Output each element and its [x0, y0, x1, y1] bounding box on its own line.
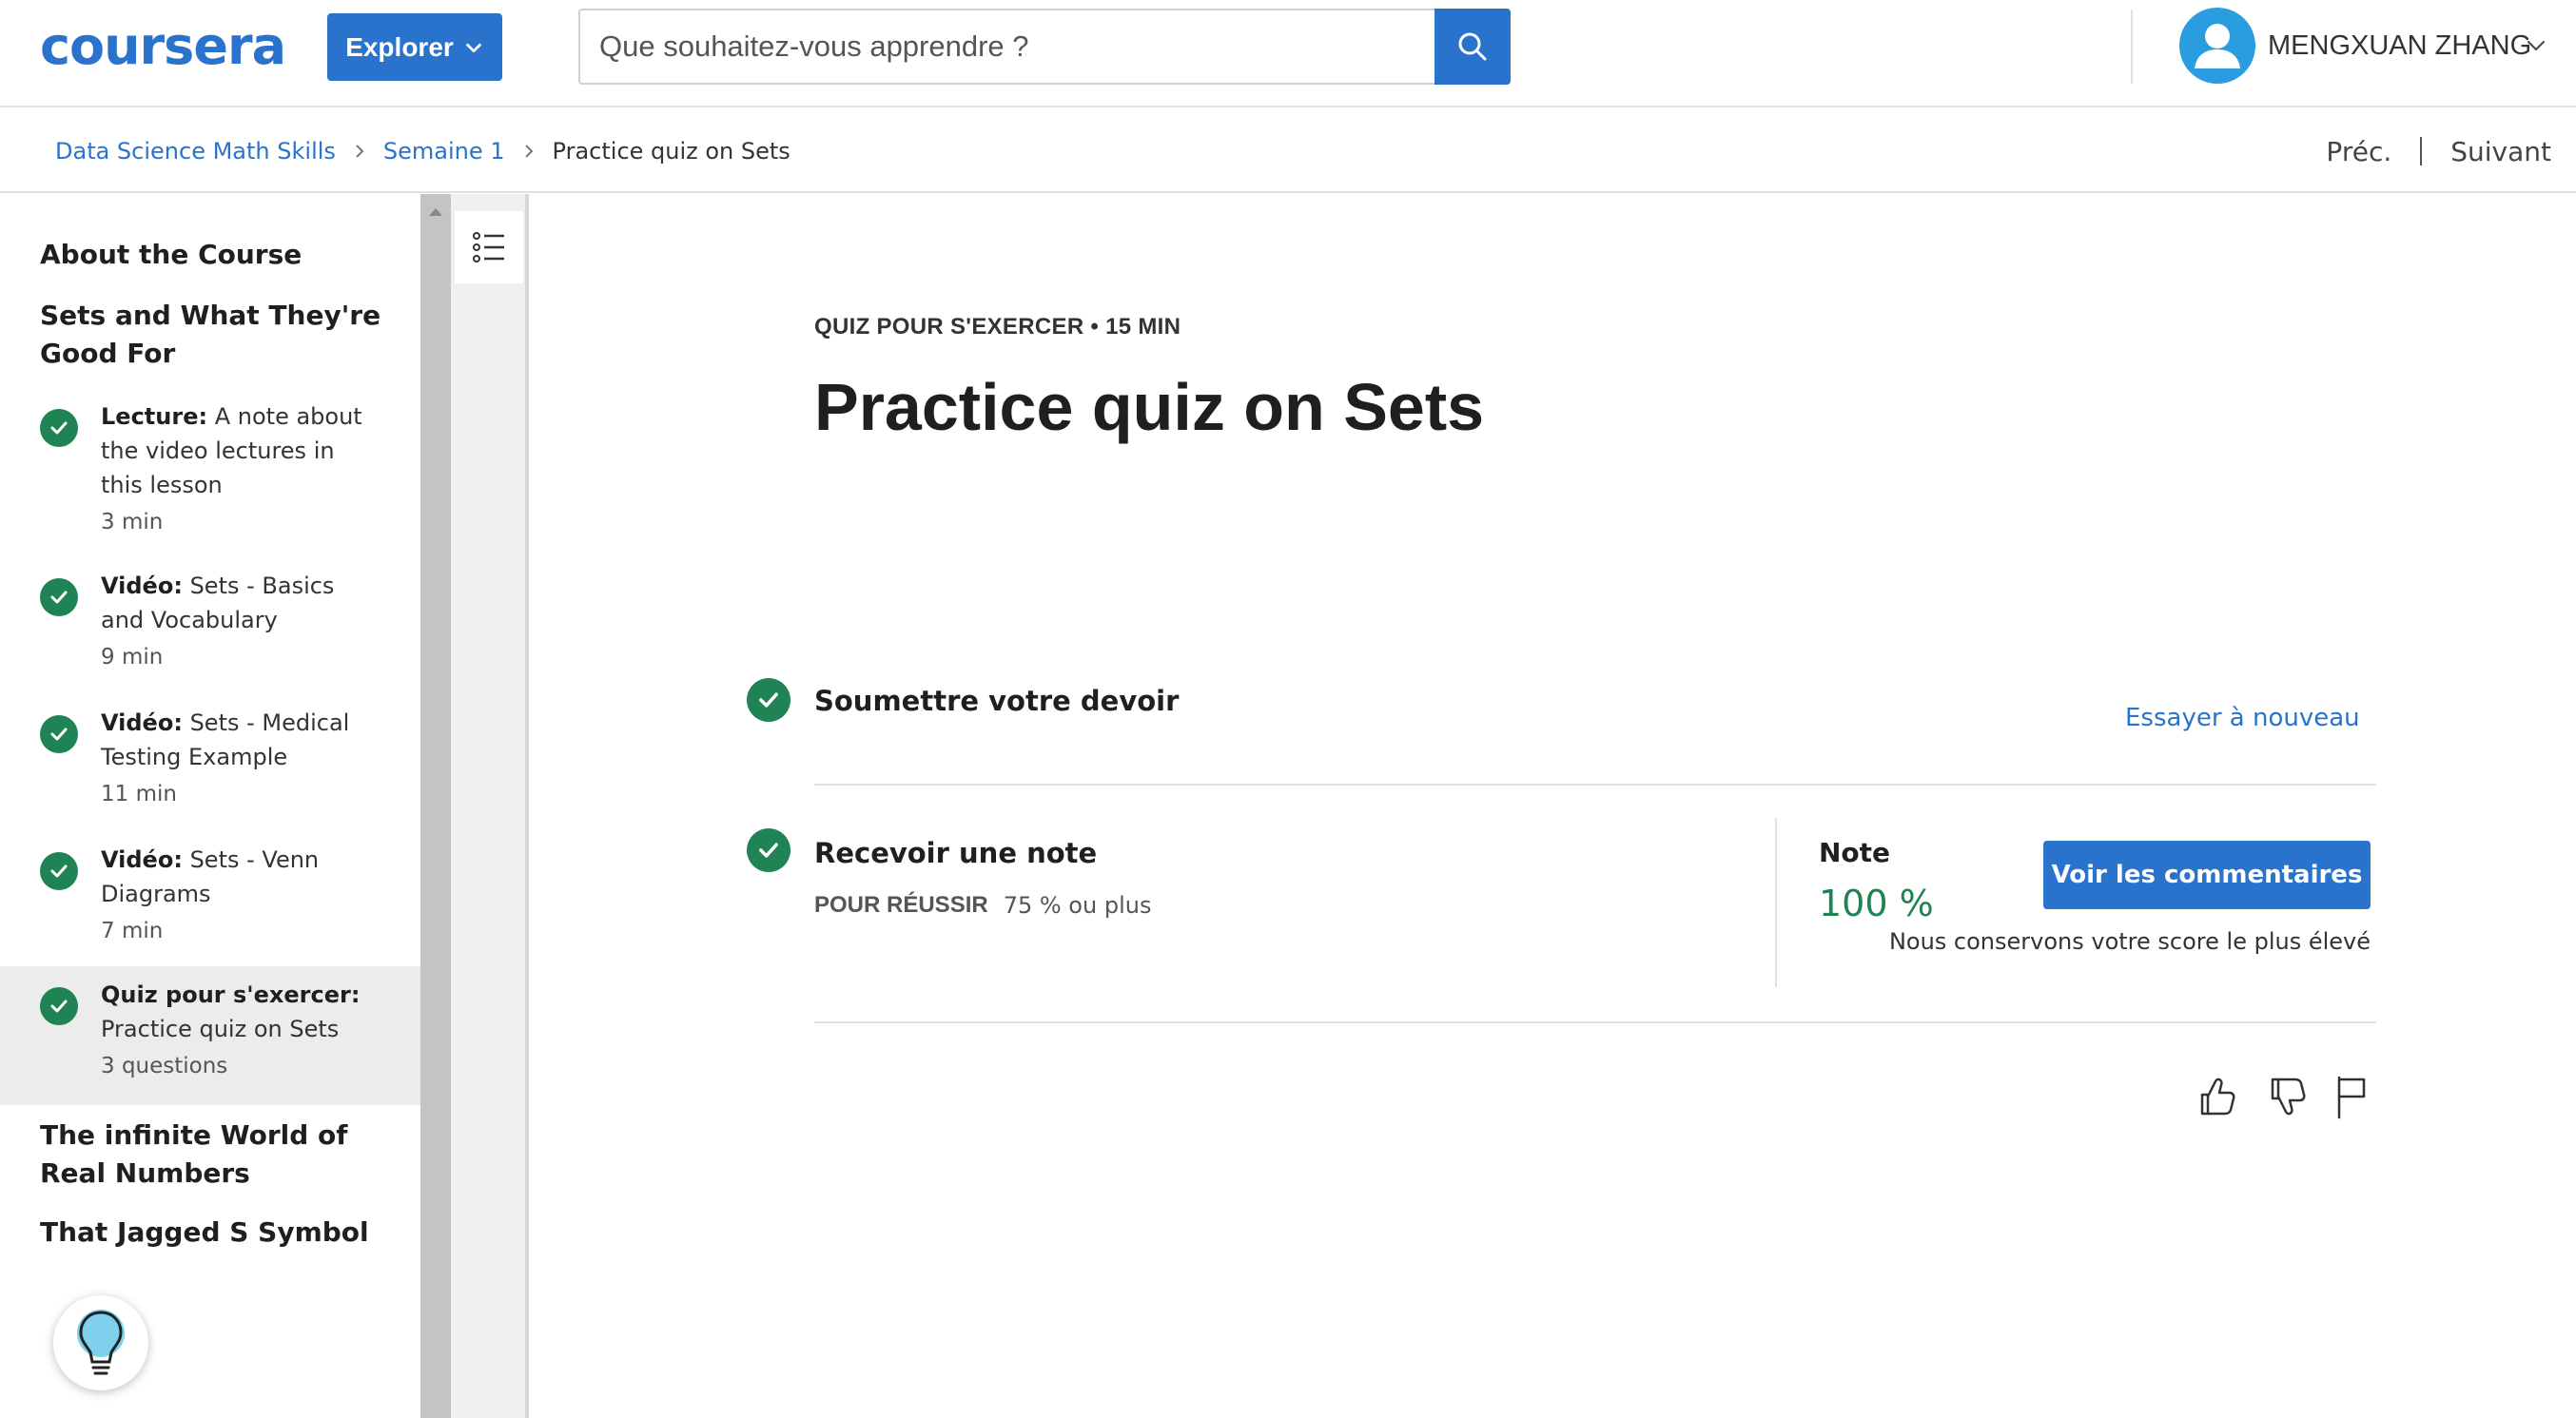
checkmark-icon: [50, 421, 68, 435]
sidebar-section-about[interactable]: About the Course: [40, 236, 401, 274]
item-type: Lecture:: [101, 403, 208, 430]
sidebar-section-jagged-s[interactable]: That Jagged S Symbol: [40, 1214, 401, 1252]
pass-requirement: POUR RÉUSSIR 75 % ou plus: [814, 892, 1151, 919]
grade-complete-check-icon: [747, 828, 790, 872]
item-question-count: 3 questions: [101, 1054, 228, 1078]
breadcrumb-course[interactable]: Data Science Math Skills: [55, 138, 336, 165]
search-bar: [578, 9, 1511, 85]
completed-check-icon: [40, 578, 78, 616]
grade-divider: [1775, 818, 1777, 987]
item-duration: 3 min: [101, 510, 164, 534]
chevron-right-icon: [356, 145, 364, 158]
outline-panel: [451, 194, 529, 1418]
list-outline-icon: [473, 232, 504, 262]
sidebar-item-label: Quiz pour s'exercer: Practice quiz on Se…: [101, 978, 377, 1046]
explore-button[interactable]: Explorer: [327, 13, 502, 81]
checkmark-icon: [50, 864, 68, 878]
next-link[interactable]: Suivant: [2450, 136, 2551, 167]
grade-step-title: Recevoir une note: [814, 837, 1098, 869]
sidebar-item-lecture-note[interactable]: Lecture: A note about the video lectures…: [0, 392, 420, 554]
user-avatar-icon[interactable]: [2179, 8, 2255, 84]
sidebar-item-video-basics[interactable]: Vidéo: Sets - Basics and Vocabulary 9 mi…: [0, 563, 420, 690]
course-sidebar: About the Course Sets and What They're G…: [0, 194, 420, 1418]
lightbulb-icon: [77, 1310, 125, 1375]
grade-label: Note: [1819, 837, 1891, 868]
sidebar-section-sets[interactable]: Sets and What They're Good For: [40, 297, 401, 373]
top-header: coursera Explorer MENGXUAN ZHANG: [0, 0, 2576, 107]
sidebar-item-video-medical[interactable]: Vidéo: Sets - Medical Testing Example 11…: [0, 700, 420, 827]
nav-divider: [2420, 137, 2423, 165]
highest-score-note: Nous conservons votre score le plus élev…: [1888, 928, 2371, 955]
breadcrumb: Data Science Math Skills Semaine 1 Pract…: [55, 132, 790, 170]
completed-check-icon: [40, 852, 78, 890]
user-silhouette-icon: [2195, 24, 2240, 68]
item-type: Vidéo:: [101, 709, 183, 736]
sidebar-item-label: Vidéo: Sets - Medical Testing Example: [101, 706, 377, 774]
checkmark-icon: [759, 692, 778, 708]
like-button[interactable]: [2194, 1073, 2237, 1120]
view-feedback-button[interactable]: Voir les commentaires: [2043, 841, 2371, 909]
breadcrumb-current: Practice quiz on Sets: [552, 138, 790, 165]
search-icon: [1458, 32, 1487, 61]
sidebar-item-label: Lecture: A note about the video lectures…: [101, 399, 377, 502]
checkmark-icon: [50, 728, 68, 741]
checkmark-icon: [50, 591, 68, 604]
user-menu-chevron-icon[interactable]: [2525, 34, 2547, 57]
sidebar-scrollbar[interactable]: [420, 194, 451, 1418]
explore-label: Explorer: [345, 31, 454, 62]
checkmark-icon: [50, 1000, 68, 1013]
sidebar-item-quiz-active[interactable]: Quiz pour s'exercer: Practice quiz on Se…: [0, 966, 420, 1105]
submit-step-title: Soumettre votre devoir: [814, 685, 1180, 717]
sidebar-section-real-numbers[interactable]: The infinite World of Real Numbers: [40, 1117, 401, 1193]
thumbs-up-icon: [2200, 1078, 2235, 1116]
pass-value: 75 % ou plus: [1003, 892, 1152, 919]
item-type: Quiz pour s'exercer:: [101, 981, 361, 1008]
divider: [814, 784, 2376, 786]
prev-next-nav: Préc. Suivant: [2326, 130, 2551, 172]
dislike-button[interactable]: [2264, 1073, 2308, 1120]
item-type: Vidéo:: [101, 846, 183, 873]
thumbs-down-icon: [2271, 1078, 2306, 1116]
item-duration: 11 min: [101, 782, 177, 806]
checkmark-icon: [759, 843, 778, 858]
breadcrumb-bar: Data Science Math Skills Semaine 1 Pract…: [0, 107, 2576, 193]
completed-check-icon: [40, 987, 78, 1025]
previous-link[interactable]: Préc.: [2326, 136, 2391, 167]
chevron-right-icon: [524, 145, 533, 158]
grade-value: 100 %: [1819, 883, 1934, 924]
item-duration: 7 min: [101, 919, 164, 943]
user-name[interactable]: MENGXUAN ZHANG: [2268, 27, 2531, 65]
retry-link[interactable]: Essayer à nouveau: [2125, 704, 2360, 732]
search-button[interactable]: [1434, 9, 1511, 85]
scroll-up-arrow-icon[interactable]: [426, 204, 445, 219]
page-title: Practice quiz on Sets: [814, 370, 1485, 444]
completed-check-icon: [40, 409, 78, 447]
item-type: Vidéo:: [101, 573, 183, 599]
quiz-meta: QUIZ POUR S'EXERCER • 15 MIN: [814, 314, 1181, 340]
divider: [814, 1021, 2376, 1023]
submit-complete-check-icon: [747, 678, 790, 722]
pass-label: POUR RÉUSSIR: [814, 892, 988, 918]
item-title: Practice quiz on Sets: [101, 1016, 340, 1042]
toggle-outline-button[interactable]: [455, 211, 523, 283]
chevron-down-icon: [466, 43, 481, 52]
item-duration: 9 min: [101, 645, 164, 670]
breadcrumb-week[interactable]: Semaine 1: [383, 138, 505, 165]
sidebar-item-label: Vidéo: Sets - Basics and Vocabulary: [101, 569, 377, 637]
sidebar-item-label: Vidéo: Sets - Venn Diagrams: [101, 843, 377, 911]
learning-tips-button[interactable]: [53, 1295, 148, 1390]
flag-icon: [2337, 1076, 2366, 1119]
search-input[interactable]: [580, 10, 1434, 83]
header-divider: [2131, 10, 2133, 84]
coursera-logo[interactable]: coursera: [40, 13, 286, 80]
report-button[interactable]: [2329, 1073, 2372, 1120]
completed-check-icon: [40, 715, 78, 753]
sidebar-item-video-venn[interactable]: Vidéo: Sets - Venn Diagrams 7 min: [0, 837, 420, 964]
